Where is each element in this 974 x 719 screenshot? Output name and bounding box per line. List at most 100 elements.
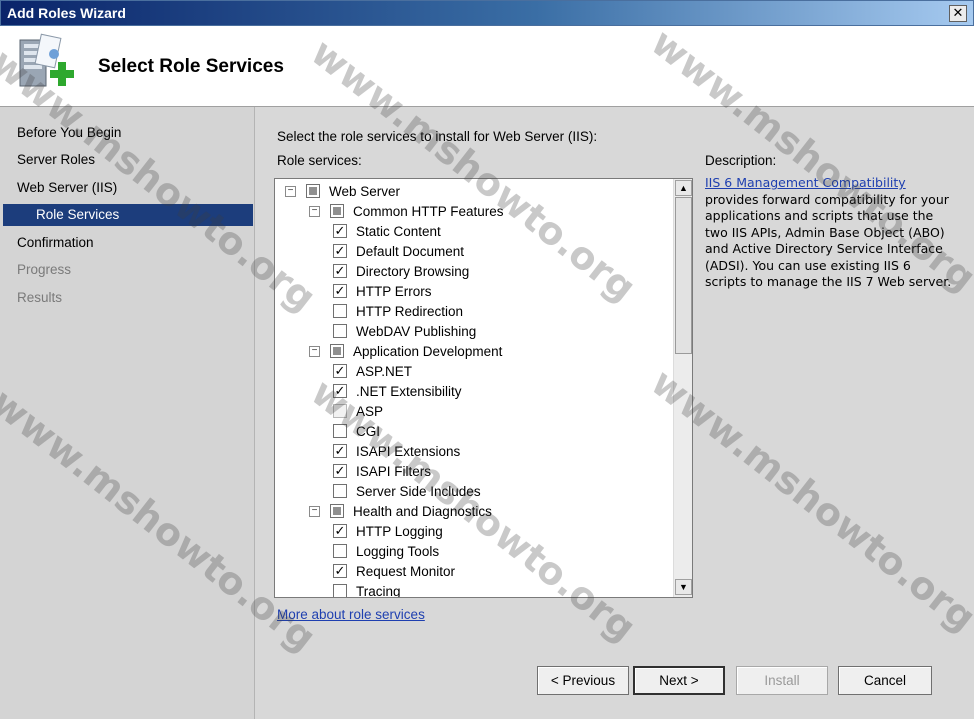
tree-item-label: .NET Extensibility [356,383,462,399]
tree-item[interactable]: ✓ Default Document [333,241,464,261]
tree-item[interactable]: ✓ Directory Browsing [333,261,469,281]
role-service-checkbox[interactable]: ✓ [333,444,347,458]
close-button[interactable]: ✕ [949,5,967,22]
scroll-down-icon: ▼ [679,582,688,592]
role-service-checkbox[interactable] [330,204,344,218]
role-service-checkbox[interactable]: ✓ [333,524,347,538]
collapse-icon[interactable]: − [285,185,296,197]
next-button[interactable]: Next > [633,666,725,695]
collapse-icon[interactable]: − [309,345,320,357]
tree-item[interactable]: − Common HTTP Features [309,201,504,221]
window-titlebar: Add Roles Wizard ✕ [0,0,974,26]
role-services-label: Role services: [277,153,362,168]
instruction-text: Select the role services to install for … [277,129,598,144]
collapse-icon[interactable]: − [309,505,320,517]
tree-item-label: Logging Tools [356,543,440,559]
tree-item-label: Web Server [329,183,401,199]
description-link[interactable]: IIS 6 Management Compatibility [705,175,906,190]
tree-scrollbar[interactable]: ▲ ▼ [673,179,692,597]
tree-item[interactable]: ✓ HTTP Logging [333,521,443,541]
tree-item-label: Static Content [356,223,441,239]
tree-item-label: Default Document [356,243,465,259]
tree-item[interactable]: CGI [333,421,380,441]
tree-item[interactable]: HTTP Redirection [333,301,463,321]
step-server-roles[interactable]: Server Roles [3,149,253,171]
description-body: provides forward compatibility for your … [705,191,952,290]
tree-item[interactable]: ASP [333,401,383,421]
role-service-checkbox[interactable]: ✓ [333,264,347,278]
tree-item-label: HTTP Errors [356,283,432,299]
tree-item[interactable]: ✓ ASP.NET [333,361,412,381]
scroll-down-button[interactable]: ▼ [675,579,692,595]
wizard-steps-sidebar: Before You Begin Server Roles Web Server… [0,107,255,719]
role-service-checkbox[interactable] [330,344,344,358]
step-confirmation[interactable]: Confirmation [3,232,253,254]
window-title: Add Roles Wizard [7,5,126,21]
role-service-checkbox[interactable] [333,304,347,318]
tree-item-label: ISAPI Extensions [356,443,461,459]
role-service-checkbox[interactable]: ✓ [333,244,347,258]
role-service-checkbox[interactable] [330,504,344,518]
tree-item-label: Request Monitor [356,563,456,579]
tree-item[interactable]: − Web Server [285,181,400,201]
role-service-checkbox[interactable] [333,584,347,597]
step-role-services[interactable]: Role Services [3,204,253,226]
tree-item[interactable]: WebDAV Publishing [333,321,476,341]
cancel-button[interactable]: Cancel [838,666,932,695]
tree-item-label: Tracing [356,583,401,598]
install-button[interactable]: Install [736,666,828,695]
step-before-you-begin[interactable]: Before You Begin [3,122,253,144]
wizard-header: Select Role Services [0,26,974,107]
step-progress: Progress [17,262,72,277]
tree-item-label: CGI [356,423,381,439]
step-web-server-iis[interactable]: Web Server (IIS) [3,177,253,199]
tree-item-label: WebDAV Publishing [356,323,477,339]
tree-item[interactable]: − Health and Diagnostics [309,501,492,521]
tree-item[interactable]: ✓ .NET Extensibility [333,381,462,401]
scroll-up-icon: ▲ [679,183,688,193]
role-service-checkbox[interactable]: ✓ [333,364,347,378]
scroll-up-button[interactable]: ▲ [675,180,692,196]
role-service-checkbox[interactable]: ✓ [333,464,347,478]
tree-item-label: Common HTTP Features [353,203,504,219]
tree-item-label: ISAPI Filters [356,463,432,479]
previous-button[interactable]: < Previous [537,666,629,695]
description-text: IIS 6 Management Compatibility provides … [705,175,955,291]
role-service-checkbox[interactable] [333,544,347,558]
tree-item[interactable]: ✓ Request Monitor [333,561,455,581]
more-about-role-services-link[interactable]: More about role services [277,607,425,622]
tree-item[interactable]: Logging Tools [333,541,439,561]
tree-item-label: HTTP Redirection [356,303,464,319]
role-service-checkbox[interactable]: ✓ [333,384,347,398]
role-service-checkbox[interactable] [306,184,320,198]
tree-item[interactable]: ✓ Static Content [333,221,441,241]
page-title: Select Role Services [98,56,284,77]
role-service-checkbox [333,404,347,418]
role-service-checkbox[interactable]: ✓ [333,284,347,298]
tree-item[interactable]: ✓ HTTP Errors [333,281,432,301]
role-service-checkbox[interactable]: ✓ [333,564,347,578]
role-services-tree[interactable]: − Web Server − Common HTTP Features ✓ Static … [274,178,693,598]
tree-item-label: ASP [356,403,384,419]
tree-item[interactable]: Tracing [333,581,401,598]
tree-item[interactable]: Server Side Includes [333,481,481,501]
description-label: Description: [705,153,777,168]
role-service-checkbox[interactable] [333,484,347,498]
tree-item[interactable]: ✓ ISAPI Filters [333,461,431,481]
tree-item-label: ASP.NET [356,363,413,379]
tree-item[interactable]: − Application Development [309,341,502,361]
collapse-icon[interactable]: − [309,205,320,217]
tree-item-label: Directory Browsing [356,263,470,279]
step-results: Results [17,290,63,305]
tree-item-label: Health and Diagnostics [353,503,492,519]
scroll-thumb[interactable] [675,197,692,354]
tree-item-label: HTTP Logging [356,523,443,539]
role-service-checkbox[interactable] [333,424,347,438]
role-service-checkbox[interactable]: ✓ [333,224,347,238]
tree-item-label: Server Side Includes [356,483,481,499]
server-add-icon [19,33,74,87]
tree-item-label: Application Development [353,343,503,359]
tree-item[interactable]: ✓ ISAPI Extensions [333,441,460,461]
main-content: Select the role services to install for … [256,107,974,719]
role-service-checkbox[interactable] [333,324,347,338]
